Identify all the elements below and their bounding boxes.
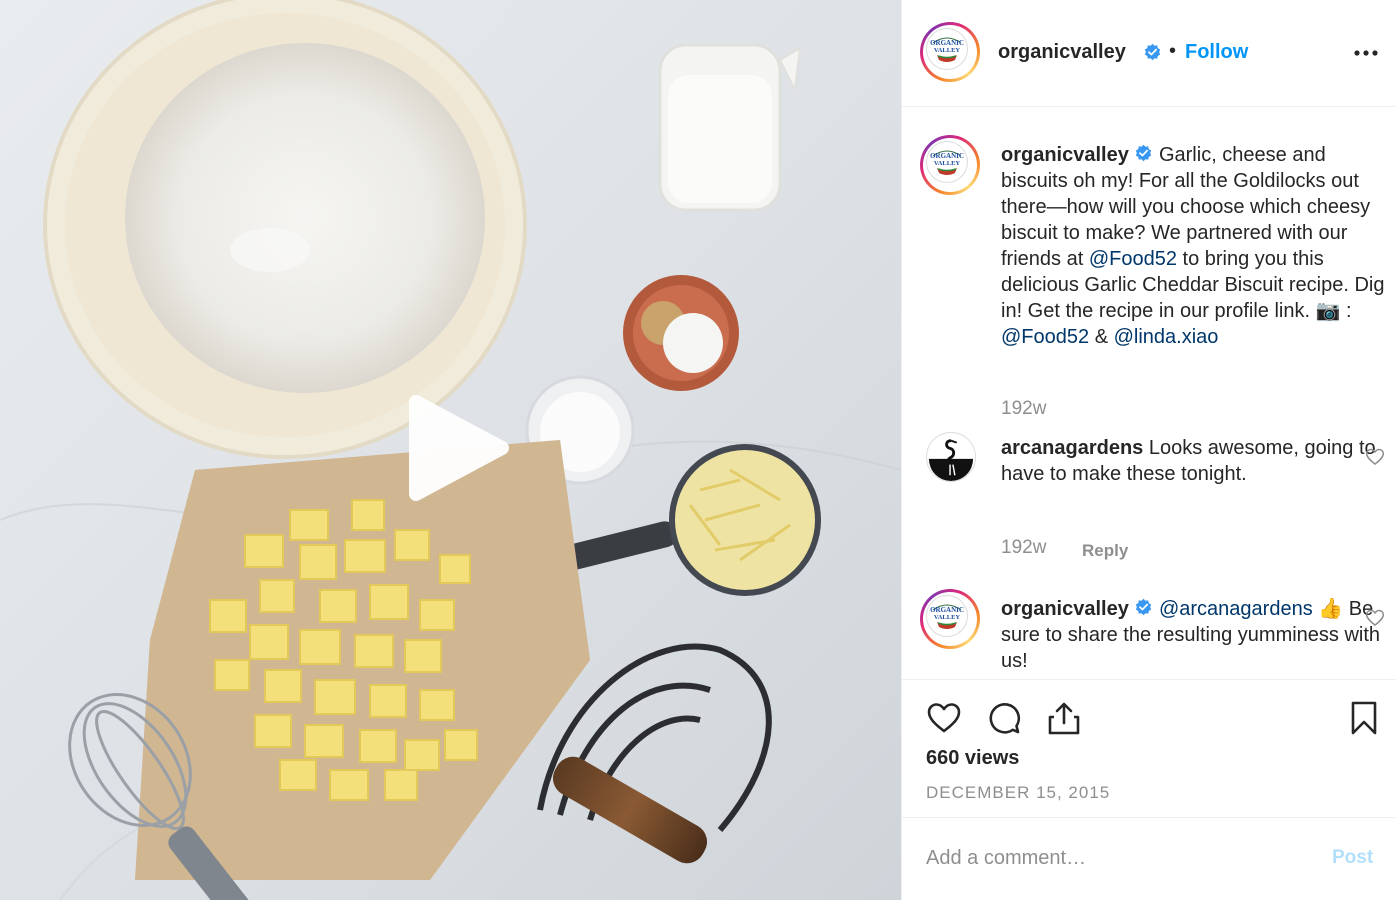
caption-timestamp[interactable]: 192w (1001, 398, 1046, 420)
verified-badge-icon (1136, 598, 1152, 616)
post-actions: 660 views DECEMBER 15, 2015 (902, 679, 1396, 817)
instagram-post-modal: ORGANIC VALLEY organicvalley • Follow OR… (0, 0, 1396, 900)
caption-text: organicvalley Garlic, cheese and biscuit… (1001, 142, 1386, 350)
caption-body: & (1089, 326, 1114, 348)
mention-link[interactable]: @Food52 (1001, 326, 1089, 348)
separator-dot: • (1169, 40, 1177, 62)
comment-timestamp[interactable]: 192w (1001, 537, 1046, 559)
comment-text: arcanagardens Looks awesome, going to ha… (1001, 435, 1386, 487)
bookmark-icon[interactable] (1346, 700, 1382, 736)
organicvalley-avatar[interactable]: ORGANIC VALLEY (920, 589, 980, 649)
comment-username[interactable]: arcanagardens (1001, 437, 1143, 459)
mention-link[interactable]: @linda.xiao (1114, 326, 1219, 348)
comment-text: organicvalley @arcanagardens 👍 Be sure t… (1001, 596, 1386, 674)
reply-button[interactable]: Reply (1082, 541, 1128, 561)
play-icon[interactable] (398, 392, 510, 504)
more-horizontal-icon[interactable] (1352, 43, 1380, 63)
mention-link[interactable]: @arcanagardens (1159, 598, 1313, 620)
share-icon[interactable] (1046, 700, 1082, 736)
svg-text:ORGANIC: ORGANIC (930, 152, 964, 160)
view-count[interactable]: 660 views (926, 747, 1019, 770)
add-comment-bar: Post (902, 817, 1396, 900)
organicvalley-avatar[interactable]: ORGANIC VALLEY (920, 22, 980, 82)
svg-text:ORGANIC: ORGANIC (930, 606, 964, 614)
heart-icon[interactable] (926, 700, 962, 736)
comment-icon[interactable] (986, 700, 1022, 736)
follow-button[interactable]: Follow (1185, 41, 1248, 64)
post-side-panel: ORGANIC VALLEY organicvalley • Follow OR… (901, 0, 1396, 900)
flamingo-logo-icon (927, 433, 975, 481)
heart-icon[interactable] (1365, 608, 1385, 628)
post-video[interactable] (0, 0, 901, 900)
caption-username[interactable]: organicvalley (1001, 144, 1129, 166)
mention-link[interactable]: @Food52 (1089, 248, 1177, 270)
post-comment-button[interactable]: Post (1332, 847, 1373, 869)
svg-text:VALLEY: VALLEY (934, 614, 961, 621)
verified-badge-icon (1136, 144, 1152, 162)
post-header: ORGANIC VALLEY organicvalley • Follow (902, 0, 1396, 107)
heart-icon[interactable] (1365, 447, 1385, 467)
organic-valley-logo: ORGANIC VALLEY (926, 28, 968, 70)
organic-valley-logo: ORGANIC VALLEY (926, 141, 968, 183)
verified-badge-icon (1144, 43, 1161, 61)
comment-username[interactable]: organicvalley (1001, 598, 1129, 620)
arcanagardens-avatar[interactable] (926, 432, 976, 482)
post-date[interactable]: DECEMBER 15, 2015 (926, 783, 1110, 803)
comment-input[interactable] (926, 840, 1306, 876)
header-username[interactable]: organicvalley (998, 41, 1126, 64)
organic-valley-logo: ORGANIC VALLEY (926, 595, 968, 637)
organicvalley-avatar[interactable]: ORGANIC VALLEY (920, 135, 980, 195)
svg-text:ORGANIC: ORGANIC (930, 39, 964, 47)
svg-text:VALLEY: VALLEY (934, 47, 961, 54)
svg-text:VALLEY: VALLEY (934, 160, 961, 167)
comments-list[interactable]: ORGANIC VALLEY organicvalley Garlic, che… (902, 107, 1396, 679)
